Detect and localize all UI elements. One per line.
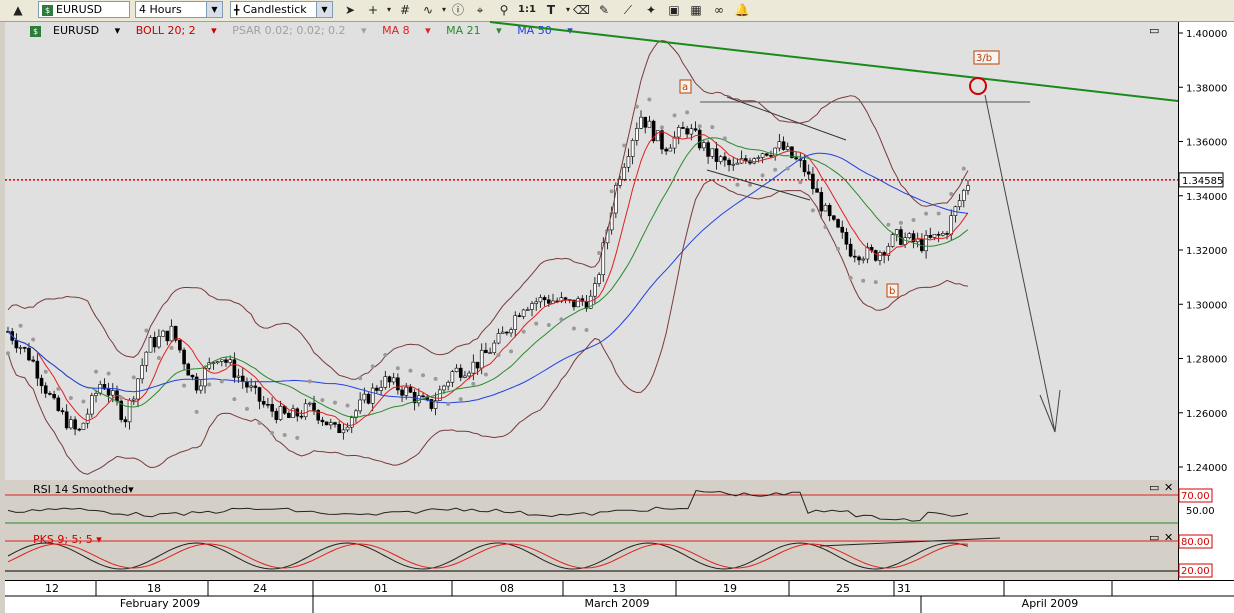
- legend-symbol[interactable]: $ EURUSD ▾: [30, 24, 120, 37]
- price-chart-pane[interactable]: [5, 22, 1178, 480]
- symbol-selector[interactable]: $ EURUSD: [38, 1, 130, 18]
- legend-ma50-label: MA 50: [517, 24, 552, 37]
- chevron-down-icon[interactable]: ▼: [316, 2, 332, 17]
- indicator-icon[interactable]: ∿: [420, 2, 436, 18]
- pks-k-line: [7, 542, 969, 570]
- time-axis[interactable]: [5, 580, 1234, 613]
- rsi-title[interactable]: RSI 14 Smoothed▾: [33, 483, 134, 496]
- line-tool-icon[interactable]: ⟋: [620, 2, 636, 18]
- chevron-down-icon[interactable]: ▼: [206, 2, 222, 17]
- chevron-down-icon[interactable]: ▾: [381, 2, 397, 18]
- timeframe-select[interactable]: 4 Hours ▼: [135, 1, 223, 18]
- pks-title[interactable]: PKS 9; 5; 5 ▾: [33, 533, 102, 546]
- legend-symbol-label: EURUSD: [53, 24, 100, 37]
- zoom-icon[interactable]: ⚲: [496, 2, 512, 18]
- maximize-pane-icon[interactable]: ▭: [1149, 531, 1159, 544]
- legend-ma21-label: MA 21: [446, 24, 481, 37]
- menu-collapse-icon[interactable]: ▲: [10, 2, 26, 18]
- toolbar: ▲ $ EURUSD 4 Hours ▼ ╋ Candlestick ▼ ➤ + …: [0, 0, 1234, 22]
- pks-title-label: PKS 9; 5; 5: [33, 533, 93, 546]
- data-window-icon[interactable]: ⌖: [472, 2, 488, 18]
- close-icon[interactable]: ✕: [1164, 531, 1173, 544]
- candlestick-icon: ╋: [234, 6, 240, 16]
- symbol-badge-icon: $: [42, 4, 53, 16]
- cursor-icon[interactable]: ➤: [342, 2, 358, 18]
- chart-type-select[interactable]: ╋ Candlestick ▼: [230, 1, 333, 18]
- legend-ma8-label: MA 8: [382, 24, 410, 37]
- link-icon[interactable]: ∞: [711, 2, 727, 18]
- legend-ma50[interactable]: MA 50 ▾: [517, 24, 573, 37]
- chart-legend: $ EURUSD ▾ BOLL 20; 2 ▾ PSAR 0.02; 0.02; …: [30, 24, 585, 37]
- legend-ma21[interactable]: MA 21 ▾: [446, 24, 502, 37]
- rsi-line: [7, 489, 969, 522]
- draw-icon[interactable]: ✎: [596, 2, 612, 18]
- text-tool-icon[interactable]: T: [543, 2, 559, 18]
- alert-bell-icon[interactable]: 🔔: [734, 2, 750, 18]
- layout-icon[interactable]: ▦: [688, 2, 704, 18]
- eraser-icon[interactable]: ⌫: [573, 2, 590, 18]
- zoom-reset-button[interactable]: 1:1: [517, 2, 537, 18]
- pks-d-line: [7, 543, 969, 569]
- legend-psar[interactable]: PSAR 0.02; 0.02; 0.2 ▾: [232, 24, 366, 37]
- pks-divergence-line: [819, 537, 1001, 547]
- maximize-pane-icon[interactable]: ▭: [1149, 24, 1159, 37]
- rsi-title-label: RSI 14 Smoothed: [33, 483, 129, 496]
- crosshair-icon[interactable]: +: [365, 2, 381, 18]
- info-icon[interactable]: ⓘ: [450, 2, 466, 18]
- maximize-pane-icon[interactable]: ▭: [1149, 481, 1159, 494]
- chart-type-label: Candlestick: [242, 3, 307, 16]
- symbol-label: EURUSD: [56, 3, 103, 16]
- close-icon[interactable]: ✕: [1164, 481, 1173, 494]
- legend-psar-label: PSAR 0.02; 0.02; 0.2: [232, 24, 346, 37]
- template-icon[interactable]: ▣: [666, 2, 682, 18]
- legend-boll-label: BOLL 20; 2: [135, 24, 196, 37]
- symbol-badge-icon: $: [30, 25, 41, 37]
- legend-ma8[interactable]: MA 8 ▾: [382, 24, 431, 37]
- grid-icon[interactable]: #: [397, 2, 413, 18]
- timeframe-label: 4 Hours: [139, 3, 182, 16]
- price-axis[interactable]: [1178, 22, 1234, 580]
- wand-icon[interactable]: ✦: [643, 2, 659, 18]
- legend-boll[interactable]: BOLL 20; 2 ▾: [136, 24, 217, 37]
